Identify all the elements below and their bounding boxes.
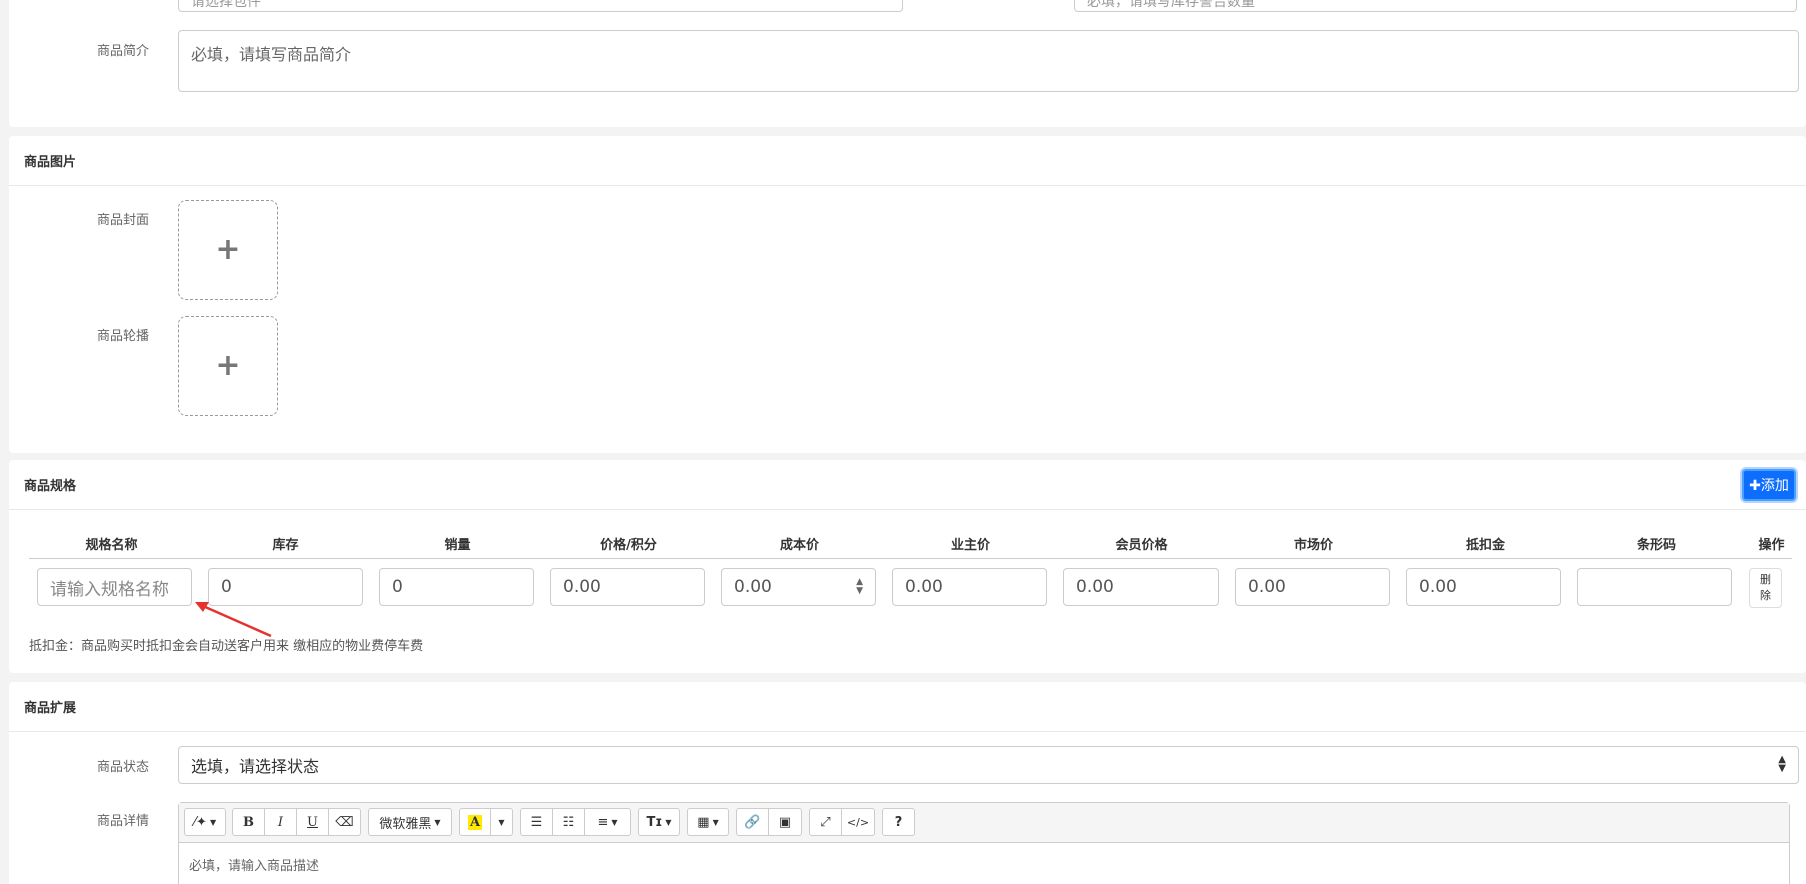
- select-arrows-icon: ▲ ▼: [1778, 754, 1786, 774]
- col-barcode: 条形码: [1636, 538, 1676, 553]
- magic-wand-icon[interactable]: ⁄✦ ▼: [184, 808, 226, 836]
- price-input[interactable]: 0.00: [550, 568, 705, 606]
- col-stock: 库存: [272, 538, 299, 553]
- basic-info-card: 请选择包件 必填，请填写库存警告数量 商品简介 必填，请填写商品简介: [9, 0, 1806, 127]
- bold-icon[interactable]: B: [232, 808, 265, 836]
- market-price-input[interactable]: 0.00: [1235, 568, 1390, 606]
- spec-card-title: 商品规格: [9, 460, 1806, 510]
- deduction-input[interactable]: 0.00: [1406, 568, 1561, 606]
- col-action: 操作: [1758, 538, 1785, 553]
- table-icon[interactable]: ▦ ▼: [687, 808, 729, 836]
- align-icon[interactable]: ≡ ▼: [585, 808, 631, 836]
- table-header-divider: [29, 558, 1792, 559]
- cover-label: 商品封面: [96, 213, 149, 228]
- col-cost: 成本价: [779, 538, 819, 553]
- font-color-icon[interactable]: A: [459, 808, 491, 836]
- deduction-note: 抵扣金：商品购买时抵扣金会自动送客户用来 缴相应的物业费停车费: [29, 639, 424, 654]
- col-market-price: 市场价: [1293, 538, 1333, 553]
- italic-icon[interactable]: I: [265, 808, 297, 836]
- unordered-list-icon[interactable]: ☰: [520, 808, 553, 836]
- plus-icon: +: [215, 348, 241, 383]
- images-card: 商品图片 商品封面 + 商品轮播 +: [9, 136, 1806, 453]
- status-value: 选填，请选择状态: [191, 757, 320, 776]
- add-spec-button[interactable]: ✚添加: [1742, 469, 1796, 501]
- font-family-value: 微软雅黑: [379, 816, 432, 832]
- detail-label: 商品详情: [96, 814, 149, 829]
- stock-warning-input[interactable]: 必填，请填写库存警告数量: [1074, 0, 1797, 12]
- editor-toolbar: ⁄✦ ▼ B I U ⌫ 微软雅黑 ▼ A ▼ ☰ ☷ ≡ ▼ Tɪ ▼ ▦ ▼ 🔗 ▣ …: [179, 803, 1789, 843]
- member-price-input[interactable]: 0.00: [1063, 568, 1219, 606]
- status-label: 商品状态: [96, 760, 149, 775]
- col-owner-price: 业主价: [950, 538, 990, 553]
- delete-label-top: 删: [1760, 573, 1771, 586]
- carousel-upload[interactable]: +: [178, 316, 278, 416]
- underline-icon[interactable]: U: [297, 808, 329, 836]
- help-icon[interactable]: ?: [882, 808, 915, 836]
- images-card-title: 商品图片: [9, 136, 1806, 186]
- cost-input[interactable]: 0.00 ▲ ▼: [721, 568, 876, 606]
- eraser-icon[interactable]: ⌫: [329, 808, 361, 836]
- barcode-input[interactable]: [1577, 568, 1732, 606]
- link-icon[interactable]: 🔗: [736, 808, 769, 836]
- spec-name-input[interactable]: 请输入规格名称: [37, 568, 192, 606]
- font-color-dropdown-icon[interactable]: ▼: [491, 808, 513, 836]
- font-family-select[interactable]: 微软雅黑 ▼: [368, 808, 452, 836]
- editor-placeholder: 必填，请输入商品描述: [189, 859, 320, 874]
- delete-spec-button[interactable]: 删 除: [1749, 568, 1782, 608]
- col-member-price: 会员价格: [1115, 538, 1168, 553]
- cover-upload[interactable]: +: [178, 200, 278, 300]
- intro-label: 商品简介: [96, 44, 149, 59]
- owner-price-input[interactable]: 0.00: [892, 568, 1047, 606]
- col-sales: 销量: [444, 538, 471, 553]
- spec-card: 商品规格 ✚添加 规格名称 库存 销量 价格/积分 成本价 业主价 会员价格 市…: [9, 460, 1806, 673]
- col-deduction: 抵扣金: [1465, 538, 1505, 553]
- ordered-list-icon[interactable]: ☷: [553, 808, 585, 836]
- carousel-label: 商品轮播: [96, 329, 149, 344]
- package-select[interactable]: 请选择包件: [178, 0, 903, 12]
- code-view-icon[interactable]: </>: [842, 808, 875, 836]
- sales-input[interactable]: 0: [379, 568, 534, 606]
- intro-textarea[interactable]: 必填，请填写商品简介: [178, 30, 1799, 92]
- image-icon[interactable]: ▣: [769, 808, 802, 836]
- plus-icon: +: [215, 232, 241, 267]
- status-select[interactable]: 选填，请选择状态 ▲ ▼: [178, 746, 1799, 784]
- number-spinner-icon[interactable]: ▲ ▼: [856, 578, 863, 596]
- col-spec-name: 规格名称: [85, 538, 138, 553]
- detail-editor[interactable]: ⁄✦ ▼ B I U ⌫ 微软雅黑 ▼ A ▼ ☰ ☷ ≡ ▼ Tɪ ▼ ▦ ▼ 🔗 ▣ …: [178, 802, 1790, 884]
- extension-card-title: 商品扩展: [9, 682, 1806, 732]
- text-size-icon[interactable]: Tɪ ▼: [638, 808, 680, 836]
- delete-label-bottom: 除: [1760, 589, 1771, 602]
- fullscreen-icon[interactable]: ⤢: [809, 808, 842, 836]
- col-price: 价格/积分: [600, 538, 657, 553]
- cost-value: 0.00: [734, 577, 772, 597]
